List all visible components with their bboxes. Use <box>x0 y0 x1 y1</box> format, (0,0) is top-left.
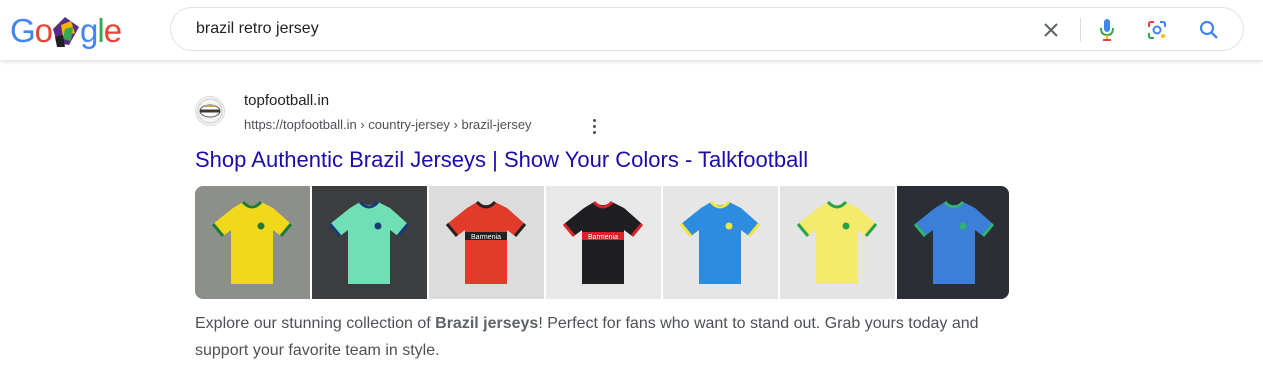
result-site-name[interactable]: topfootball.in <box>244 92 329 109</box>
snippet-highlight: Brazil jerseys <box>435 315 539 332</box>
result-title-link[interactable]: Shop Authentic Brazil Jerseys | Show You… <box>195 147 808 173</box>
leverkusen-black-jersey-image[interactable]: Barmenia <box>546 186 661 299</box>
more-options-icon[interactable] <box>587 116 601 136</box>
google-lens-icon[interactable] <box>1145 18 1169 42</box>
brazil-green-tracksuit-image[interactable] <box>312 186 427 299</box>
brazil-yellow-retro-jersey-image[interactable] <box>195 186 310 299</box>
logo-letter-e: e <box>103 11 122 49</box>
site-favicon-icon[interactable] <box>195 96 225 126</box>
search-input[interactable]: brazil retro jersey <box>196 20 319 38</box>
snippet-text-before: Explore our stunning collection of <box>195 315 436 332</box>
search-icon[interactable] <box>1197 18 1221 42</box>
leverkusen-red-jersey-image[interactable]: Barmenia <box>429 186 544 299</box>
google-doodle-logo[interactable]: G o g l e <box>10 10 128 50</box>
search-box[interactable]: brazil retro jersey <box>170 7 1244 51</box>
logo-letter-g: G <box>10 11 36 49</box>
brazil-yellow-home-jersey-image[interactable] <box>780 186 895 299</box>
brazil-blue-jersey-mannequin-image[interactable] <box>897 186 1009 299</box>
jersey-sponsor-text: Barmenia <box>471 234 501 241</box>
brazil-blue-away-jersey-image[interactable] <box>663 186 778 299</box>
microphone-icon[interactable] <box>1095 18 1119 42</box>
logo-letter-g2: g <box>80 11 98 49</box>
result-snippet: Explore our stunning collection of Brazi… <box>195 310 995 364</box>
logo-letter-o: o <box>34 11 53 49</box>
clear-icon[interactable] <box>1039 18 1063 42</box>
jersey-sponsor-text: Barmenia <box>588 234 618 241</box>
image-carousel: Barmenia Barmenia <box>195 186 1009 299</box>
search-divider <box>1080 18 1081 42</box>
top-bar: G o g l e brazil retro jersey <box>0 0 1263 60</box>
result-url-breadcrumb[interactable]: https://topfootball.in › country-jersey … <box>244 117 532 132</box>
doodle-art-icon <box>51 15 81 47</box>
